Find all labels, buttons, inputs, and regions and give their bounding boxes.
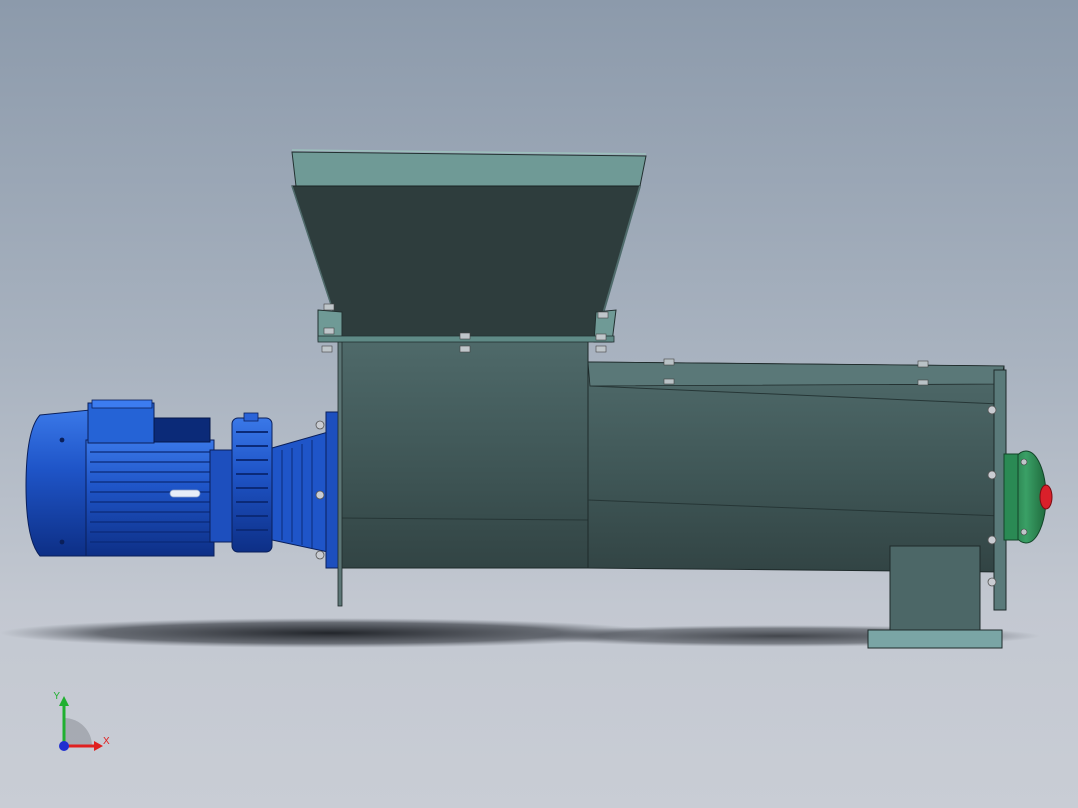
gear-reducer[interactable] [231, 411, 341, 569]
discharge-end-plate[interactable] [987, 369, 1053, 611]
axis-triad-icon: Y X [53, 691, 110, 751]
axis-x-label: X [103, 736, 110, 747]
electric-motor[interactable] [25, 399, 235, 557]
graphics-viewport[interactable]: Y X [0, 0, 1078, 808]
model-scene[interactable]: Y X [0, 0, 1078, 808]
feed-hopper[interactable] [291, 149, 647, 353]
pressure-cap[interactable] [1039, 484, 1053, 510]
screw-barrel-housing[interactable] [587, 358, 1005, 573]
feed-section[interactable] [337, 337, 589, 607]
axis-y-label: Y [53, 691, 60, 702]
